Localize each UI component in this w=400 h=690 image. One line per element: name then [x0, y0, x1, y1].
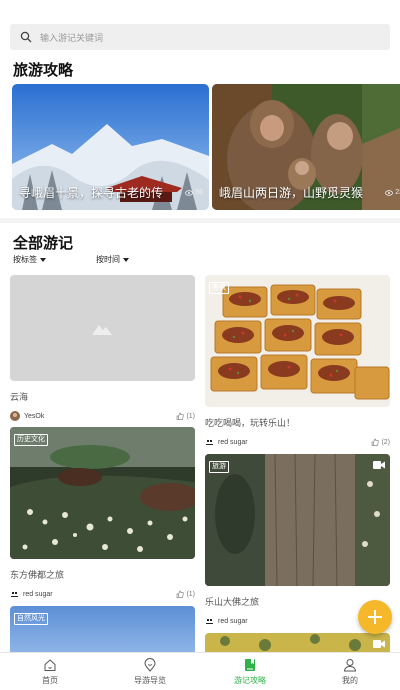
note-image-placeholder [10, 275, 195, 381]
add-note-button[interactable] [358, 600, 392, 634]
note-likes-count: (1) [186, 590, 195, 598]
thumbs-up-icon [177, 590, 185, 598]
tab-travel-notes[interactable]: 游记攻略 [200, 653, 300, 690]
note-card[interactable]: 旅游 乐山大佛之旅 red sugar [205, 454, 390, 627]
guide-card[interactable]: 峨眉山两日游，山野觅灵猴 23 [212, 84, 400, 210]
caret-down-icon [123, 257, 129, 262]
note-image: 自然风光 [10, 606, 195, 652]
avatar [10, 411, 20, 421]
note-likes[interactable]: (1) [176, 590, 195, 598]
note-author: red sugar [23, 590, 53, 598]
note-title: 云海 [10, 392, 29, 402]
note-tag: 自然风光 [14, 613, 48, 625]
osmanthus-image [10, 427, 195, 559]
notebook-icon [245, 659, 255, 671]
search-bar[interactable]: 输入游记关键词 [10, 24, 390, 50]
tab-guide-tour[interactable]: 导游导览 [100, 653, 200, 690]
filter-by-tag[interactable]: 按标签 [13, 254, 46, 265]
tab-label: 我的 [342, 676, 358, 685]
avatar [10, 590, 19, 599]
note-author: YesOk [24, 412, 45, 420]
location-pin-icon [144, 658, 156, 672]
note-title: 东方佛都之旅 [10, 570, 65, 580]
note-image [205, 633, 390, 652]
search-icon [20, 31, 32, 43]
guide-card[interactable]: 寻峨眉十景，探寻古老的传 56 [12, 84, 209, 210]
caret-down-icon [40, 257, 46, 262]
bottom-tab-bar: 首页 导游导览 游记攻略 我的 [0, 652, 400, 690]
guides-carousel[interactable]: 寻峨眉十景，探寻古老的传 56 峨眉山两日游，山野觅灵猴 23 [12, 84, 400, 210]
video-icon [373, 640, 385, 648]
note-author: red sugar [218, 617, 248, 625]
eye-icon [385, 189, 394, 196]
giant-buddha-image [205, 454, 390, 586]
guide-views: 56 [185, 189, 203, 196]
video-icon [373, 461, 385, 469]
filter-label: 按时间 [96, 255, 120, 264]
note-likes-count: (1) [186, 412, 195, 420]
note-image: 历史文化 [10, 427, 195, 559]
note-tag: 美食 [209, 282, 229, 294]
note-card[interactable]: 美食 吃吃喝喝，玩转乐山！ red sugar (2) [205, 275, 390, 448]
tab-home[interactable]: 首页 [0, 653, 100, 690]
avatar [205, 617, 214, 626]
note-tag: 历史文化 [14, 434, 48, 446]
section-divider [0, 218, 400, 223]
note-image: 旅游 [205, 454, 390, 586]
note-likes-count: (2) [381, 438, 390, 446]
tab-label: 首页 [42, 676, 58, 685]
image-placeholder-icon [92, 325, 112, 335]
note-card[interactable]: 云海 YesOk (1) [10, 275, 195, 422]
tab-label: 游记攻略 [234, 676, 266, 685]
note-title: 吃吃喝喝，玩转乐山！ [205, 418, 296, 428]
eye-icon [185, 189, 194, 196]
plus-icon [368, 610, 382, 624]
filter-bar: 按标签 按时间 [13, 254, 129, 265]
avatar [205, 438, 214, 447]
guide-caption: 峨眉山两日游，山野觅灵猴 [219, 186, 364, 200]
note-card[interactable]: 自然风光 [10, 606, 195, 652]
tab-label: 导游导览 [134, 676, 166, 685]
home-icon [44, 659, 56, 671]
filter-label: 按标签 [13, 255, 37, 264]
tab-profile[interactable]: 我的 [300, 653, 400, 690]
note-author: red sugar [218, 438, 248, 446]
tofu-food-image [205, 275, 390, 407]
note-likes[interactable]: (1) [176, 412, 195, 420]
filter-by-time[interactable]: 按时间 [96, 254, 129, 265]
guide-views-count: 56 [195, 189, 203, 196]
guide-views: 23 [385, 189, 400, 196]
note-meta: YesOk (1) [10, 410, 195, 422]
notes-section-title: 全部游记 [13, 235, 74, 252]
scenery-image [205, 633, 390, 652]
note-card[interactable] [205, 633, 390, 652]
user-icon [343, 659, 357, 672]
note-image: 美食 [205, 275, 390, 407]
note-tag: 旅游 [209, 461, 229, 473]
note-likes[interactable]: (2) [371, 438, 390, 446]
note-meta: red sugar (2) [205, 436, 390, 448]
search-input[interactable]: 输入游记关键词 [40, 31, 103, 44]
thumbs-up-icon [177, 412, 185, 420]
guides-section-title: 旅游攻略 [13, 62, 74, 79]
thumbs-up-icon [372, 438, 380, 446]
guide-caption: 寻峨眉十景，探寻古老的传 [19, 186, 164, 200]
note-card[interactable]: 历史文化 东方佛都之旅 red sugar (1) [10, 427, 195, 600]
guide-views-count: 23 [395, 189, 400, 196]
note-meta: red sugar (1) [10, 588, 195, 600]
